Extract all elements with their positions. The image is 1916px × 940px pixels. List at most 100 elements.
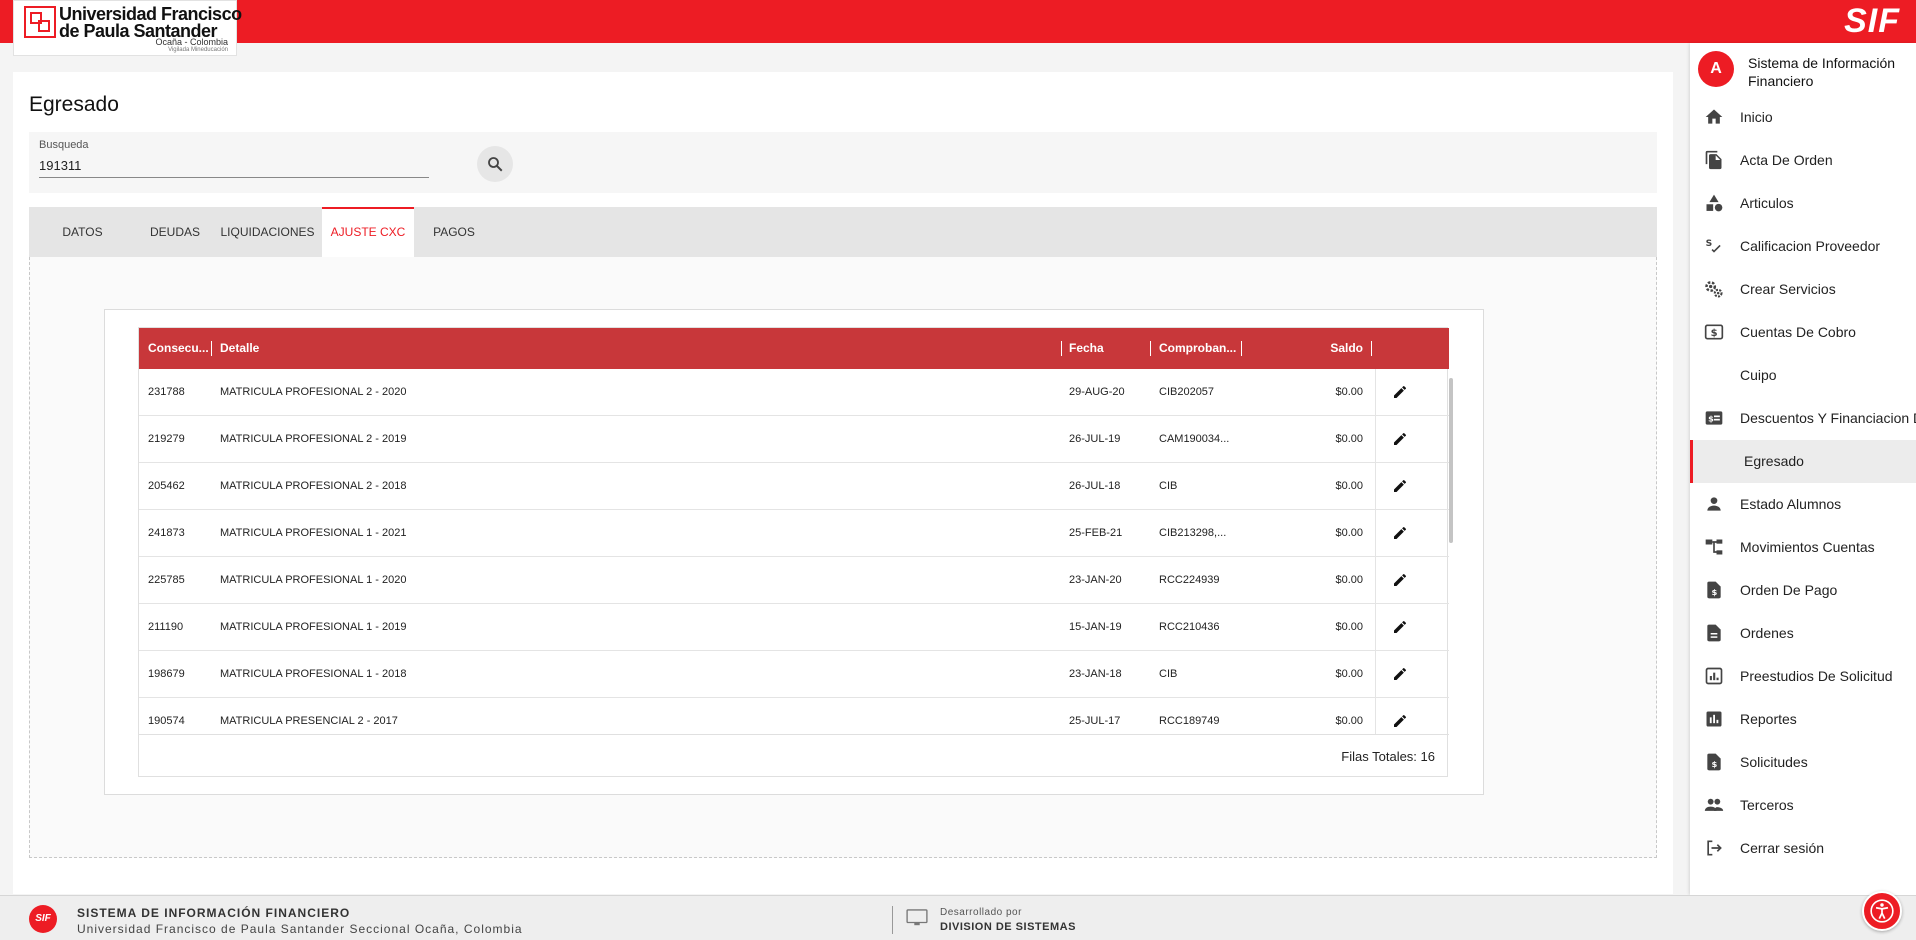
tab-deudas[interactable]: DEUDAS [136,207,214,257]
column-header-comprobante[interactable]: Comproban... [1159,328,1239,369]
column-header-detalle[interactable]: Detalle [220,328,820,369]
svg-text:$: $ [1711,328,1718,339]
user-avatar[interactable]: A [1698,51,1734,87]
sidebar-item-preestudios[interactable]: Preestudios De Solicitud [1690,655,1916,698]
sidebar-item-terceros[interactable]: Terceros [1690,784,1916,827]
search-label: Busqueda [39,139,89,151]
sidebar-item-cerrar-sesion[interactable]: Cerrar sesión [1690,827,1916,870]
sidebar-item-articulos[interactable]: Articulos [1690,182,1916,225]
svg-text:$: $ [1712,759,1718,769]
edit-row-button[interactable] [1389,663,1411,685]
grade-check-icon: S [1706,238,1721,253]
cell-detalle: MATRICULA PROFESIONAL 1 - 2020 [220,574,407,586]
table-row[interactable]: 198679 MATRICULA PROFESIONAL 1 - 2018 23… [139,651,1449,698]
footer-university: Universidad Francisco de Paula Santander… [77,922,523,936]
sidebar-item-label: Inicio [1740,109,1773,125]
edit-row-button[interactable] [1389,381,1411,403]
table-scrollbar[interactable] [1449,378,1453,543]
sidebar-item-cuentas-de-cobro[interactable]: $ Cuentas De Cobro [1690,311,1916,354]
search-input[interactable] [39,154,429,178]
sidebar-item-cuipo[interactable]: Cuipo [1690,354,1916,397]
table-container: Consecu... Detalle Fecha Comproban... Sa… [104,309,1484,795]
column-separator[interactable] [1371,341,1372,356]
table-row[interactable]: 211190 MATRICULA PROFESIONAL 1 - 2019 15… [139,604,1449,651]
svg-text:$: $ [1708,413,1714,423]
cell-consecutivo: 205462 [148,480,185,492]
request-document-icon: $ [1707,753,1721,771]
tab-pagos[interactable]: PAGOS [414,207,494,257]
cell-detalle: MATRICULA PROFESIONAL 2 - 2020 [220,386,407,398]
cell-detalle: MATRICULA PROFESIONAL 1 - 2021 [220,527,407,539]
cell-comprobante: CIB [1159,480,1178,492]
university-logo[interactable]: Universidad Francisco de Paula Santander… [13,0,242,56]
tab-liquidaciones[interactable]: LIQUIDACIONES [214,207,321,257]
tab-panel-ajuste-cxc: Consecu... Detalle Fecha Comproban... Sa… [29,257,1657,858]
pencil-edit-icon [1394,667,1407,680]
logo-line-3: Ocaña - Colombia [155,37,228,47]
money-icon: $ [1704,324,1724,340]
cell-saldo: $0.00 [1335,480,1363,492]
edit-row-button[interactable] [1389,522,1411,544]
accessibility-button[interactable] [1862,891,1902,931]
edit-row-button[interactable] [1389,569,1411,591]
column-header-fecha[interactable]: Fecha [1069,328,1139,369]
column-separator[interactable] [1061,341,1062,356]
svg-text:S: S [1706,238,1713,249]
sidebar-item-label: Reportes [1740,711,1797,727]
edit-row-button[interactable] [1389,710,1411,732]
tab-ajuste-cxc[interactable]: AJUSTE CXC [322,207,414,257]
sidebar-item-estado-alumnos[interactable]: Estado Alumnos [1690,483,1916,526]
cell-fecha: 26-JUL-18 [1069,480,1121,492]
sidebar-item-reportes[interactable]: Reportes [1690,698,1916,741]
cell-detalle: MATRICULA PROFESIONAL 1 - 2019 [220,621,407,633]
search-button[interactable] [477,146,513,182]
sidebar-item-label: Estado Alumnos [1740,496,1842,512]
sidebar-item-label: Solicitudes [1740,754,1808,770]
cell-comprobante: RCC189749 [1159,715,1220,727]
table-row[interactable]: 231788 MATRICULA PROFESIONAL 2 - 2020 29… [139,369,1449,416]
table-row[interactable]: 219279 MATRICULA PROFESIONAL 2 - 2019 26… [139,416,1449,463]
cell-fecha: 23-JAN-20 [1069,574,1122,586]
column-separator[interactable] [211,341,212,356]
cell-detalle: MATRICULA PROFESIONAL 1 - 2018 [220,668,407,680]
table-row[interactable]: 225785 MATRICULA PROFESIONAL 1 - 2020 23… [139,557,1449,604]
sidebar-item-solicitudes[interactable]: $ Solicitudes [1690,741,1916,784]
sidebar-item-ordenes[interactable]: Ordenes [1690,612,1916,655]
sidebar-item-crear-servicios[interactable]: Crear Servicios [1690,268,1916,311]
table-row[interactable]: 205462 MATRICULA PROFESIONAL 2 - 2018 26… [139,463,1449,510]
sidebar-item-label: Cerrar sesión [1740,840,1825,856]
sidebar-item-movimientos-cuentas[interactable]: Movimientos Cuentas [1690,526,1916,569]
column-header-consecutivo[interactable]: Consecu... [148,328,208,369]
document-icon [1707,624,1721,642]
gears-icon [1705,281,1723,298]
cell-detalle: MATRICULA PRESENCIAL 2 - 2017 [220,715,398,727]
column-separator[interactable] [1241,341,1242,356]
column-separator[interactable] [1150,341,1151,356]
column-header-saldo[interactable]: Saldo [1299,328,1363,369]
edit-row-button[interactable] [1389,616,1411,638]
table-row[interactable]: 190574 MATRICULA PRESENCIAL 2 - 2017 25-… [139,698,1449,734]
edit-row-button[interactable] [1389,475,1411,497]
home-icon [1705,109,1723,124]
footer-developed-by: Desarrollado por [940,907,1022,918]
sidebar-item-egresado[interactable]: Egresado [1690,440,1916,483]
sidebar-item-orden-de-pago[interactable]: $ Orden De Pago [1690,569,1916,612]
footer-division: DIVISION DE SISTEMAS [940,921,1076,933]
sidebar-item-acta-de-orden[interactable]: Acta De Orden [1690,139,1916,182]
sif-brand-logo: SIF [1844,2,1900,40]
sidebar-item-descuentos[interactable]: $ Descuentos Y Financiacion De Matricula [1690,397,1916,440]
cell-consecutivo: 211190 [148,621,184,633]
pencil-edit-icon [1394,620,1407,633]
cell-comprobante: RCC210436 [1159,621,1220,633]
sidebar-item-inicio[interactable]: Inicio [1690,96,1916,139]
pencil-edit-icon [1394,526,1407,539]
cell-comprobante: CIB202057 [1159,386,1215,398]
paid-document-icon: $ [1707,581,1721,599]
chart-document-icon [1705,667,1723,685]
people-icon [1704,798,1724,811]
sidebar-item-label: Cuipo [1740,367,1777,383]
edit-row-button[interactable] [1389,428,1411,450]
tab-datos[interactable]: DATOS [29,207,136,257]
sidebar-item-calificacion-proveedor[interactable]: S Calificacion Proveedor [1690,225,1916,268]
table-row[interactable]: 241873 MATRICULA PROFESIONAL 1 - 2021 25… [139,510,1449,557]
